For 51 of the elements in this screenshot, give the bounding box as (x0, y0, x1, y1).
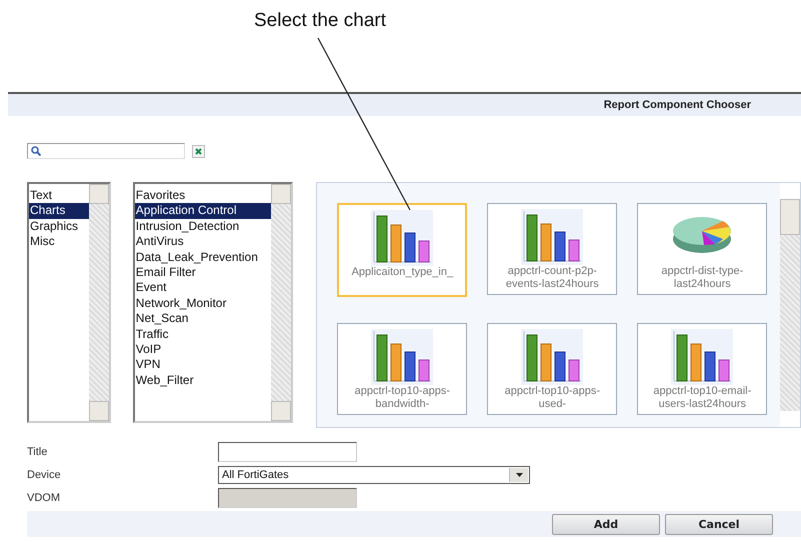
chart-card[interactable]: appctrl-count-p2p-events-last24hours (487, 203, 618, 295)
list-item[interactable]: Event (134, 280, 272, 296)
list-item[interactable]: Net_Scan (134, 311, 272, 327)
bar-chart-icon (521, 209, 584, 265)
list-item[interactable]: AntiVirus (134, 234, 272, 250)
bar-chart-icon (521, 329, 584, 385)
scrollbar[interactable] (88, 184, 109, 421)
list-item[interactable]: Application Control (134, 203, 272, 219)
input-field[interactable] (218, 442, 357, 462)
dialog-button[interactable]: Add (552, 514, 660, 534)
list-item[interactable]: VoIP (134, 342, 272, 358)
chart-card[interactable]: appctrl-top10-email-users-last24hours (637, 323, 768, 415)
chart-card[interactable]: Applicaiton_type_in_ (337, 203, 468, 297)
list-item[interactable]: Intrusion_Detection (134, 218, 272, 234)
list-item[interactable]: Email Filter (134, 265, 272, 280)
callout-text: Select the chart (254, 10, 386, 31)
chart-card[interactable]: appctrl-top10-apps-used- (487, 323, 618, 415)
card-label: appctrl-top10-apps-used- (504, 385, 602, 411)
caret-icon (516, 472, 522, 476)
list-item[interactable]: Favorites (134, 188, 272, 204)
search-field[interactable] (27, 143, 185, 159)
card-label: appctrl-count-p2p-events-last24hours (504, 265, 600, 291)
dialog-button[interactable]: Cancel (665, 514, 773, 534)
card-label: appctrl-top10-email-users-last24hours (652, 385, 752, 411)
card-label: appctrl-dist-type-last24hours (660, 265, 744, 291)
field-label: Title (27, 446, 48, 458)
list-item[interactable]: Graphics (29, 218, 89, 234)
bar-chart-icon (671, 329, 734, 385)
card-label: appctrl-top10-apps-bandwidth- (354, 385, 452, 411)
list-item[interactable]: VPN (134, 357, 272, 373)
field-label: VDOM (27, 492, 61, 504)
scrollbar[interactable] (271, 184, 292, 421)
window-title: Report Component Chooser (604, 99, 751, 111)
clear-button[interactable] (192, 144, 205, 158)
chart-card[interactable]: appctrl-top10-apps-bandwidth- (337, 323, 468, 415)
list-item[interactable]: Text (29, 188, 89, 204)
list-item[interactable]: Data_Leak_Prevention (134, 250, 272, 266)
dropdown[interactable]: All FortiGates (218, 466, 530, 484)
list-item[interactable]: Charts (29, 203, 89, 219)
field-label: Device (27, 468, 62, 480)
list-item[interactable]: Network_Monitor (134, 296, 272, 312)
close-icon (195, 148, 202, 154)
bar-chart-icon (371, 210, 434, 266)
list-item[interactable]: Misc (29, 234, 89, 250)
scrollbar[interactable] (780, 183, 800, 427)
card-label: Applicaiton_type_in_ (350, 266, 454, 279)
search-icon (31, 146, 41, 156)
list-item[interactable]: Traffic (134, 326, 272, 342)
chart-card[interactable]: appctrl-dist-type-last24hours (637, 203, 768, 295)
list-item[interactable]: Web_Filter (134, 372, 272, 388)
bar-chart-icon (371, 329, 434, 385)
